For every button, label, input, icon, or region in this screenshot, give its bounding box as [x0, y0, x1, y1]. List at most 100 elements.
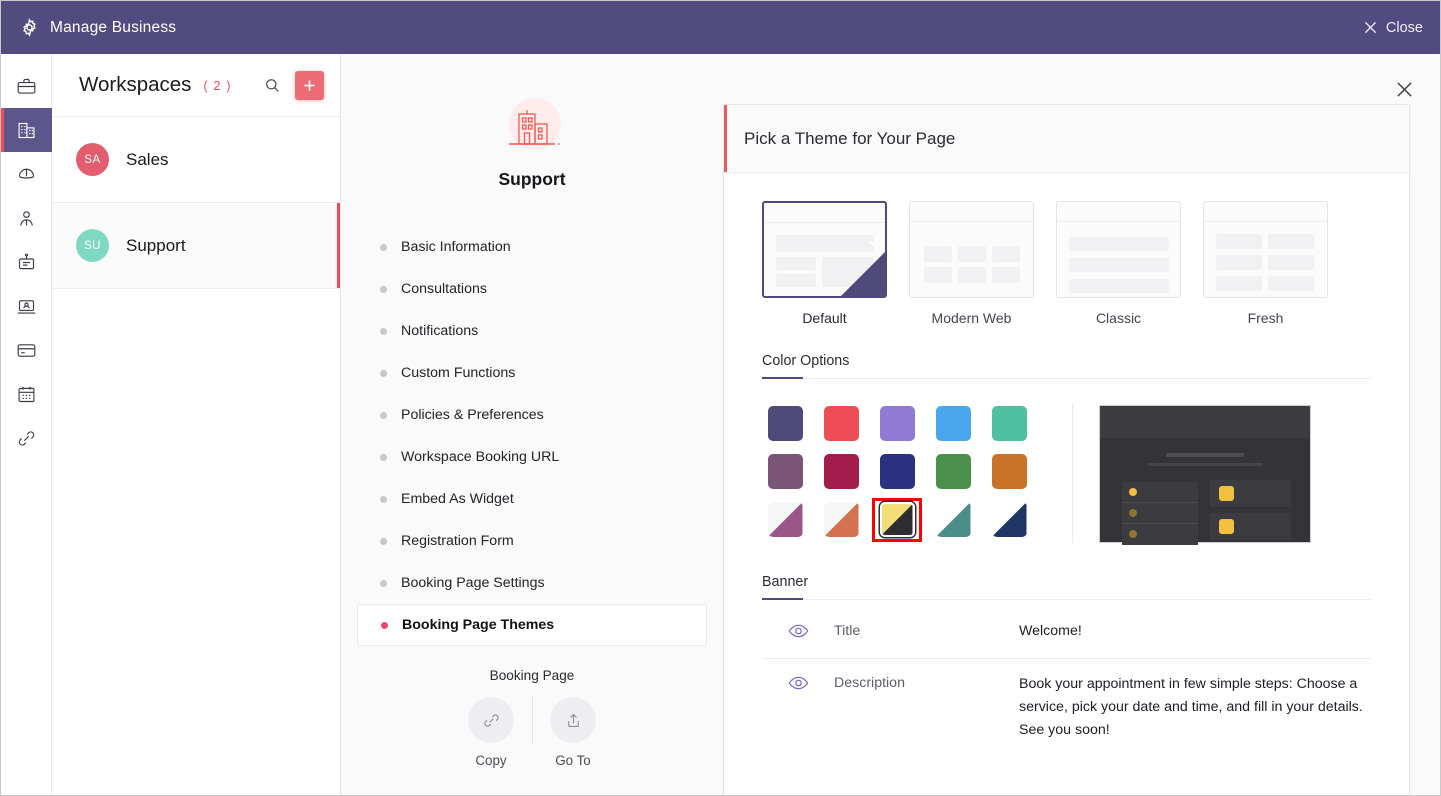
color-swatch: [991, 453, 1027, 489]
booking-page-block: Booking Page Copy Go To: [341, 668, 723, 768]
go-to-button[interactable]: Go To: [535, 697, 612, 768]
theme-card: Pick a Theme for Your Page Default Moder…: [723, 104, 1410, 795]
theme-option-classic[interactable]: Classic: [1056, 201, 1203, 326]
swatch-cell-selected[interactable]: [872, 497, 922, 542]
eye-icon[interactable]: [762, 624, 834, 638]
swatch-cell[interactable]: [986, 403, 1032, 443]
icon-rail: [1, 54, 52, 795]
bullet-icon: [380, 369, 387, 377]
swatch-cell[interactable]: [762, 451, 808, 491]
menu-item-label: Booking Page Themes: [402, 617, 555, 633]
swatch-cell[interactable]: [986, 451, 1032, 491]
banner-row-description[interactable]: Description Book your appointment in few…: [762, 659, 1371, 742]
menu-item-booking-page-settings[interactable]: Booking Page Settings: [357, 562, 707, 604]
swatch-cell[interactable]: [874, 403, 920, 443]
bullet-icon: [380, 411, 387, 419]
menu-item-registration-form[interactable]: Registration Form: [357, 520, 707, 562]
window-close-button[interactable]: Close: [1364, 1, 1423, 54]
rail-item-link[interactable]: [1, 416, 52, 460]
color-swatch: [991, 405, 1027, 441]
menu-item-policies-preferences[interactable]: Policies & Preferences: [357, 394, 707, 436]
color-swatch: [935, 502, 971, 538]
preview-dot: [1129, 509, 1137, 517]
preview-square: [1219, 486, 1234, 501]
color-swatch: [935, 405, 971, 441]
workspace-name: Support: [126, 235, 186, 255]
banner-title: Banner: [762, 574, 809, 590]
banner-rows: Title Welcome! Description Book your app…: [762, 604, 1371, 742]
rail-item-briefcase[interactable]: [1, 64, 52, 108]
menu-item-label: Consultations: [401, 281, 487, 297]
rail-item-laptop-user[interactable]: [1, 284, 52, 328]
theme-preview: [1099, 405, 1311, 545]
rail-item-building[interactable]: [1, 108, 52, 152]
theme-thumbnail: [762, 201, 887, 298]
rail-item-credit-card[interactable]: [1, 328, 52, 372]
search-icon[interactable]: [259, 72, 285, 98]
theme-list: Default Modern Web Classic Fresh: [762, 201, 1371, 326]
bullet-icon: [380, 243, 387, 251]
rail-item-user-location[interactable]: [1, 196, 52, 240]
swatch-cell[interactable]: [930, 403, 976, 443]
menu-item-label: Policies & Preferences: [401, 407, 544, 423]
workspaces-panel: Workspaces ( 2 ) SA Sales SU Support: [52, 54, 341, 795]
avatar: SU: [76, 229, 109, 262]
swatch-cell[interactable]: [762, 403, 808, 443]
swatch-cell[interactable]: [930, 500, 976, 540]
bullet-icon: [380, 579, 387, 587]
menu-item-label: Booking Page Settings: [401, 575, 545, 591]
color-swatch: [935, 453, 971, 489]
rail-item-cap[interactable]: [1, 152, 52, 196]
bullet-icon: [380, 495, 387, 503]
menu-item-label: Basic Information: [401, 239, 511, 255]
preview-line: [1166, 453, 1244, 457]
swatch-cell[interactable]: [986, 500, 1032, 540]
theme-option-default[interactable]: Default: [762, 201, 909, 326]
theme-option-modern-web[interactable]: Modern Web: [909, 201, 1056, 326]
menu-item-workspace-booking-url[interactable]: Workspace Booking URL: [357, 436, 707, 478]
swatch-cell[interactable]: [762, 500, 808, 540]
thumb-topbar: [910, 202, 1033, 222]
banner-row-label: Description: [834, 675, 905, 691]
settings-menu: Basic Information Consultations Notifica…: [341, 226, 723, 646]
workspace-item-support[interactable]: SU Support: [52, 203, 340, 289]
theme-thumbnail: [1203, 201, 1328, 298]
workspace-item-sales[interactable]: SA Sales: [52, 117, 340, 203]
plus-icon: [304, 79, 315, 91]
copy-link-button[interactable]: Copy: [453, 697, 530, 768]
swatch-cell[interactable]: [930, 451, 976, 491]
menu-item-notifications[interactable]: Notifications: [357, 310, 707, 352]
share-icon: [550, 697, 596, 743]
color-swatch: [879, 405, 915, 441]
color-swatch: [991, 502, 1027, 538]
bullet-icon: [380, 327, 387, 335]
panel-close-button[interactable]: [1392, 77, 1416, 101]
eye-icon[interactable]: [762, 673, 834, 690]
thumb-topbar: [1204, 202, 1327, 222]
color-swatch: [767, 502, 803, 538]
workspaces-count: ( 2 ): [203, 77, 232, 93]
link-icon: [468, 697, 514, 743]
menu-item-label: Embed As Widget: [401, 491, 514, 507]
menu-item-basic-information[interactable]: Basic Information: [357, 226, 707, 268]
swatch-cell[interactable]: [818, 403, 864, 443]
swatch-cell[interactable]: [818, 500, 864, 540]
manage-business-window: Manage Business Close Workspaces (2) S…: [0, 0, 1441, 796]
swatch-cell[interactable]: [818, 451, 864, 491]
menu-item-consultations[interactable]: Consultations: [357, 268, 707, 310]
add-workspace-button[interactable]: [295, 70, 324, 100]
menu-item-booking-page-themes[interactable]: Booking Page Themes: [357, 604, 707, 646]
booking-page-label: Booking Page: [489, 668, 575, 683]
menu-item-custom-functions[interactable]: Custom Functions: [357, 352, 707, 394]
preview-dot: [1129, 530, 1137, 538]
business-name: Support: [498, 169, 566, 189]
section-underline: [762, 598, 1371, 600]
swatch-cell[interactable]: [874, 451, 920, 491]
rail-item-badge[interactable]: [1, 240, 52, 284]
banner-row-title[interactable]: Title Welcome!: [762, 604, 1371, 659]
menu-item-embed-as-widget[interactable]: Embed As Widget: [357, 478, 707, 520]
menu-item-label: Custom Functions: [401, 365, 516, 381]
rail-item-calendar[interactable]: [1, 372, 52, 416]
theme-option-fresh[interactable]: Fresh: [1203, 201, 1350, 326]
check-icon: [869, 237, 881, 247]
